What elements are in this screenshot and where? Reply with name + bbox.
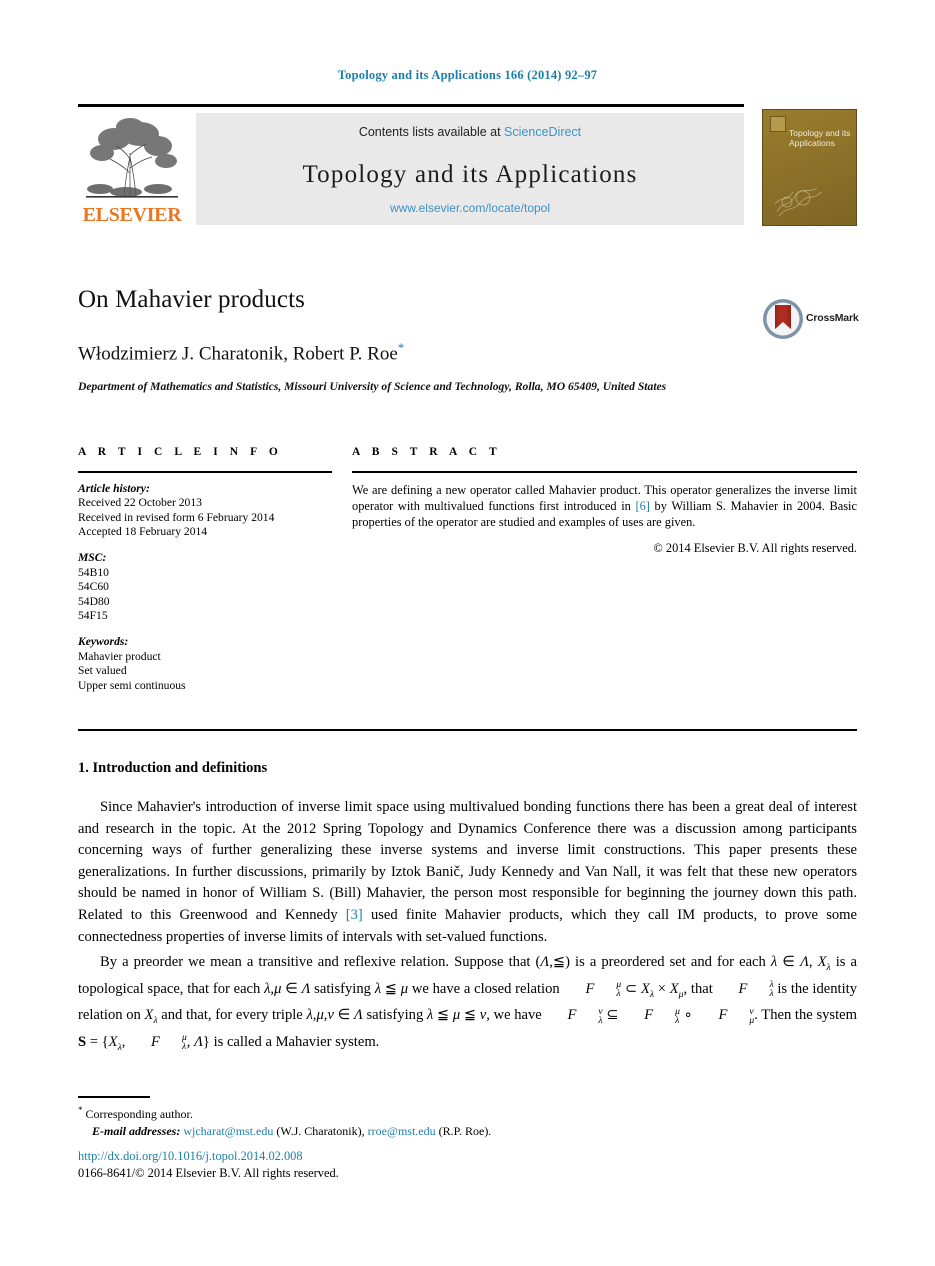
crossmark-label: CrossMark — [806, 312, 859, 324]
msc-code: 54F15 — [78, 609, 108, 623]
paper-page: Topology and its Applications 166 (2014)… — [0, 0, 935, 1266]
masthead-top-rule — [78, 104, 744, 107]
abstract-rule — [352, 471, 857, 473]
article-body: 1. Introduction and definitions Since Ma… — [78, 760, 857, 1062]
sciencedirect-link[interactable]: ScienceDirect — [504, 125, 581, 139]
cover-artwork — [774, 187, 822, 217]
title-block: On Mahavier products Włodzimierz J. Char… — [78, 286, 857, 394]
abstract-heading: A B S T R A C T — [352, 446, 502, 458]
history-received: Received 22 October 2013 — [78, 496, 202, 510]
paragraph-reference-link[interactable]: [3] — [346, 907, 363, 923]
article-info-rule — [78, 471, 332, 473]
paragraph-intro-part-1: Since Mahavier's introduction of inverse… — [78, 799, 857, 923]
msc-code: 54B10 — [78, 565, 109, 579]
elsevier-wordmark: ELSEVIER — [82, 204, 182, 226]
msc-label: MSC: — [78, 550, 107, 564]
keyword-item: Set valued — [78, 664, 127, 678]
elsevier-tree-icon — [80, 113, 184, 201]
article-history-label: Article history: — [78, 481, 150, 495]
keywords-label: Keywords: — [78, 634, 129, 648]
abstract-text: We are defining a new operator called Ma… — [352, 482, 857, 531]
email-line: E-mail addresses: wjcharat@mst.edu (W.J.… — [78, 1123, 857, 1140]
crossmark-badge[interactable]: CrossMark — [762, 298, 862, 342]
running-head: Topology and its Applications 166 (2014)… — [337, 68, 598, 82]
author-list: Włodzimierz J. Charatonik, Robert P. Roe… — [78, 340, 857, 365]
article-info-heading: A R T I C L E I N F O — [78, 446, 283, 458]
abstract-column: A B S T R A C T We are defining a new op… — [352, 446, 857, 556]
abstract-reference-link[interactable]: [6] — [635, 499, 649, 513]
info-block-bottom-rule — [78, 729, 857, 732]
corresponding-author-marker[interactable]: * — [398, 340, 405, 355]
issn-copyright: 0166-8641/© 2014 Elsevier B.V. All right… — [78, 1166, 339, 1180]
article-info-body: Article history: Received 22 October 201… — [78, 482, 332, 694]
author-names: Włodzimierz J. Charatonik, Robert P. Roe — [78, 343, 398, 365]
footnotes: * Corresponding author. E-mail addresses… — [78, 1102, 857, 1140]
email-owner-1: (W.J. Charatonik), — [276, 1124, 365, 1138]
page-title: On Mahavier products — [78, 286, 305, 313]
info-spacer-2 — [78, 624, 332, 635]
paragraph-intro: Since Mahavier's introduction of inverse… — [78, 797, 857, 948]
keyword-item: Mahavier product — [78, 649, 161, 663]
journal-cover-thumbnail[interactable]: Topology and its Applications — [762, 109, 857, 226]
doi-block: http://dx.doi.org/10.1016/j.topol.2014.0… — [78, 1148, 339, 1182]
journal-url-link[interactable]: www.elsevier.com/locate/topol — [196, 201, 744, 215]
contents-line: Contents lists available at ScienceDirec… — [196, 125, 744, 139]
section-heading: 1. Introduction and definitions — [78, 760, 268, 776]
journal-title: Topology and its Applications — [302, 161, 638, 188]
footnote-star-icon: * — [78, 1105, 83, 1115]
cover-title: Topology and its Applications — [789, 128, 851, 148]
email-link-2[interactable]: rroe@mst.edu — [368, 1124, 436, 1138]
msc-code: 54D80 — [78, 594, 110, 608]
footnote-rule — [78, 1096, 150, 1098]
keyword-item: Upper semi continuous — [78, 678, 186, 692]
email-label: E-mail addresses: — [92, 1124, 181, 1138]
abstract-copyright: © 2014 Elsevier B.V. All rights reserved… — [653, 541, 857, 556]
elsevier-logo: ELSEVIER — [80, 113, 184, 225]
info-spacer-1 — [78, 540, 332, 551]
journal-banner: Contents lists available at ScienceDirec… — [196, 113, 744, 225]
corresponding-author-note: * Corresponding author. — [78, 1102, 857, 1123]
journal-masthead: ELSEVIER Contents lists available at Sci… — [78, 104, 857, 226]
cover-elsevier-icon — [770, 116, 786, 132]
email-owner-2: (R.P. Roe). — [438, 1124, 492, 1138]
article-info-column: A R T I C L E I N F O Article history: R… — [78, 446, 332, 693]
affiliation: Department of Mathematics and Statistics… — [78, 380, 667, 394]
history-accepted: Accepted 18 February 2014 — [78, 525, 208, 539]
history-revised: Received in revised form 6 February 2014 — [78, 510, 275, 524]
msc-code: 54C60 — [78, 580, 109, 594]
corresponding-author-text: Corresponding author. — [85, 1107, 193, 1121]
crossmark-icon — [763, 299, 803, 339]
paragraph-preorder: By a preorder we mean a transitive and r… — [78, 954, 858, 1053]
email-link-1[interactable]: wjcharat@mst.edu — [183, 1124, 273, 1138]
contents-prefix: Contents lists available at — [358, 125, 505, 139]
doi-link[interactable]: http://dx.doi.org/10.1016/j.topol.2014.0… — [78, 1148, 339, 1165]
